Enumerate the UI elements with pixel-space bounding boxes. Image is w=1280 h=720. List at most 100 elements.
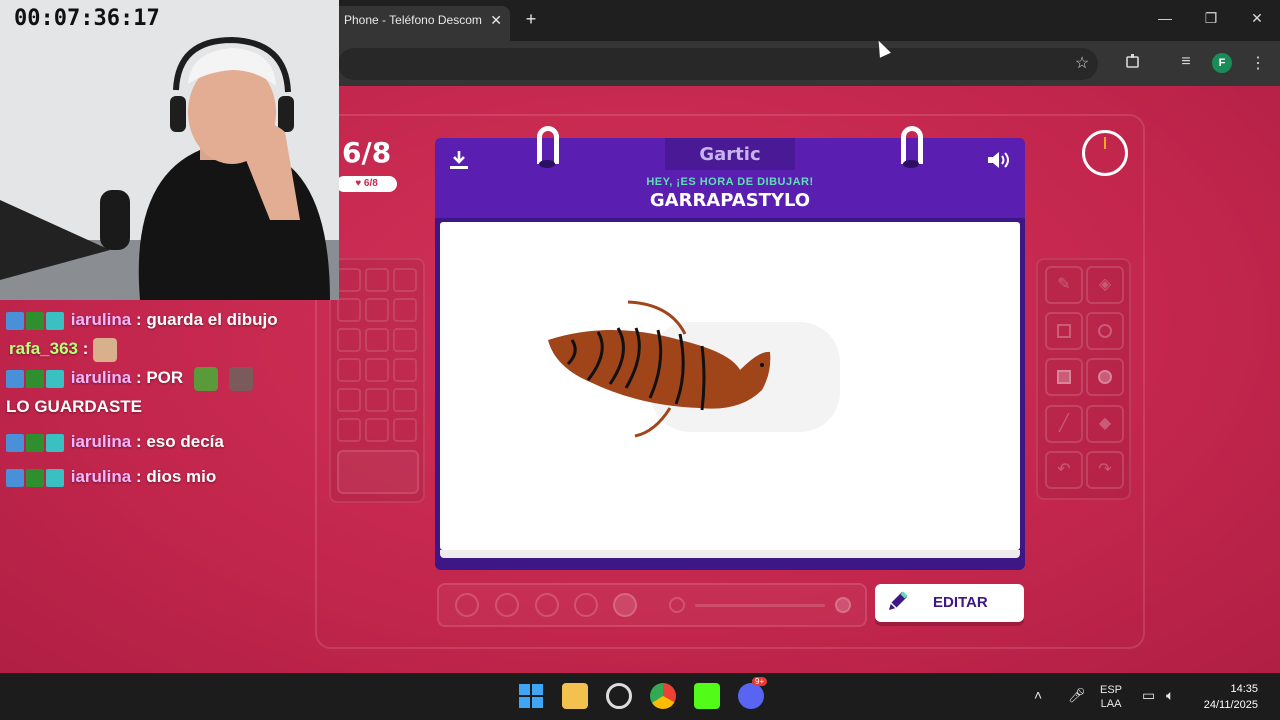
- binder-ring: [537, 126, 559, 164]
- badge-icon: [6, 311, 24, 330]
- badge-icon: [6, 468, 24, 487]
- brush-size-option[interactable]: [495, 593, 519, 617]
- palette-swatch[interactable]: [337, 358, 361, 382]
- fill-tool[interactable]: ◆: [1086, 405, 1124, 443]
- palette-swatch[interactable]: [393, 418, 417, 442]
- face-emote-icon: [228, 366, 253, 391]
- opacity-slider-track[interactable]: [695, 604, 825, 607]
- start-icon[interactable]: [518, 683, 544, 709]
- network-icon[interactable]: ▭: [1142, 687, 1155, 704]
- filled-rectangle-icon: [1057, 370, 1071, 384]
- palette-swatch[interactable]: [365, 268, 389, 292]
- chat-badges: [6, 311, 66, 330]
- tray-chevron-icon[interactable]: ˄: [1034, 687, 1042, 703]
- brush-size-option[interactable]: [535, 593, 559, 617]
- palette-swatch[interactable]: [393, 328, 417, 352]
- tab-title: Phone - Teléfono Descom: [344, 13, 482, 27]
- stream-chat: iarulina : guarda el dibujo rafa_363 : i…: [0, 305, 300, 491]
- palette-swatch[interactable]: [337, 388, 361, 412]
- ellipse-icon: [1098, 324, 1112, 338]
- browser-tab[interactable]: Phone - Teléfono Descom ✕: [330, 6, 510, 41]
- chat-text: eso decía: [146, 432, 224, 451]
- drawing: [548, 300, 840, 438]
- palette-swatch[interactable]: [337, 268, 361, 292]
- volume-icon[interactable]: [985, 148, 1013, 172]
- timer-hand: [1104, 137, 1106, 149]
- kick-icon[interactable]: [694, 683, 720, 709]
- drawing-canvas[interactable]: [440, 222, 1020, 550]
- microphone-icon[interactable]: 🎤︎: [1068, 687, 1086, 704]
- palette-swatch[interactable]: [337, 418, 361, 442]
- redo-icon: ↷: [1098, 461, 1112, 478]
- current-color-swatch[interactable]: [337, 450, 419, 494]
- tab-close-icon[interactable]: ✕: [490, 6, 502, 34]
- brush-size-option[interactable]: [613, 593, 637, 617]
- brush-size-option[interactable]: [574, 593, 598, 617]
- download-icon[interactable]: [447, 148, 471, 172]
- chat-username[interactable]: rafa_363: [9, 339, 78, 358]
- palette-swatch[interactable]: [393, 298, 417, 322]
- discord-icon[interactable]: 9+: [738, 677, 768, 709]
- round-counter: 6/8: [342, 136, 392, 169]
- line-tool[interactable]: ╱: [1045, 405, 1083, 443]
- menu-icon[interactable]: ⋮: [1246, 53, 1270, 73]
- palette-swatch[interactable]: [365, 298, 389, 322]
- undo-button[interactable]: ↶: [1045, 451, 1083, 489]
- creeper-badge-icon: [26, 369, 44, 388]
- minimize-button[interactable]: —: [1150, 10, 1180, 26]
- eraser-tool[interactable]: ◈: [1086, 266, 1124, 304]
- chat-badges: [6, 468, 66, 487]
- redo-button[interactable]: ↷: [1086, 451, 1124, 489]
- extensions-icon[interactable]: [1121, 53, 1145, 74]
- binder-hole: [903, 160, 919, 168]
- chat-separator: :: [135, 368, 142, 387]
- filled-ellipse-tool[interactable]: [1086, 358, 1124, 396]
- chat-message: iarulina : dios mio: [0, 462, 300, 491]
- palette-swatch[interactable]: [393, 358, 417, 382]
- palette-swatch[interactable]: [337, 298, 361, 322]
- creeper-badge-icon: [26, 433, 44, 452]
- creeper-badge-icon: [26, 311, 44, 330]
- chat-badges: [6, 433, 66, 452]
- maximize-button[interactable]: ❐: [1196, 10, 1226, 27]
- chat-username[interactable]: iarulina: [71, 368, 131, 387]
- bucket-icon: ◆: [1098, 415, 1112, 432]
- chat-message: rafa_363 :: [0, 334, 300, 363]
- palette-swatch[interactable]: [365, 358, 389, 382]
- file-explorer-icon[interactable]: [562, 683, 588, 709]
- discord-badge: 9+: [752, 677, 768, 686]
- new-tab-button[interactable]: +: [520, 8, 542, 30]
- language-region: LAA: [1100, 698, 1122, 710]
- ellipse-tool[interactable]: [1086, 312, 1124, 350]
- opacity-slider-handle[interactable]: [835, 597, 851, 613]
- palette-swatch[interactable]: [365, 388, 389, 412]
- system-clock[interactable]: 14:35 24/11/2025: [1204, 681, 1258, 713]
- language-indicator[interactable]: ESP LAA: [1100, 683, 1122, 711]
- chat-username[interactable]: iarulina: [71, 432, 131, 451]
- palette-swatch[interactable]: [393, 268, 417, 292]
- chat-username[interactable]: iarulina: [71, 467, 131, 486]
- pencil-tool[interactable]: ✎: [1045, 266, 1083, 304]
- media-control-icon[interactable]: ≡: [1174, 53, 1198, 71]
- chat-separator: :: [135, 310, 142, 329]
- palette-swatch[interactable]: [365, 328, 389, 352]
- profile-avatar[interactable]: F: [1212, 53, 1232, 73]
- star-icon[interactable]: ☆: [1070, 53, 1094, 73]
- chat-separator: :: [135, 432, 142, 451]
- rectangle-tool[interactable]: [1045, 312, 1083, 350]
- canvas-page-edge: [440, 550, 1020, 558]
- palette-swatch[interactable]: [365, 418, 389, 442]
- edit-button[interactable]: EDITAR: [875, 584, 1024, 622]
- palette-swatch[interactable]: [337, 328, 361, 352]
- address-bar[interactable]: [338, 48, 1098, 80]
- palette-swatch[interactable]: [393, 388, 417, 412]
- rectangle-icon: [1057, 324, 1071, 338]
- obs-icon[interactable]: [606, 683, 632, 709]
- filled-rectangle-tool[interactable]: [1045, 358, 1083, 396]
- clock-date: 24/11/2025: [1203, 699, 1258, 711]
- chat-username[interactable]: iarulina: [71, 310, 131, 329]
- chrome-icon[interactable]: [650, 683, 676, 709]
- volume-tray-icon[interactable]: 🔈︎: [1166, 687, 1174, 704]
- brush-size-option[interactable]: [455, 593, 479, 617]
- close-window-button[interactable]: ✕: [1242, 10, 1272, 27]
